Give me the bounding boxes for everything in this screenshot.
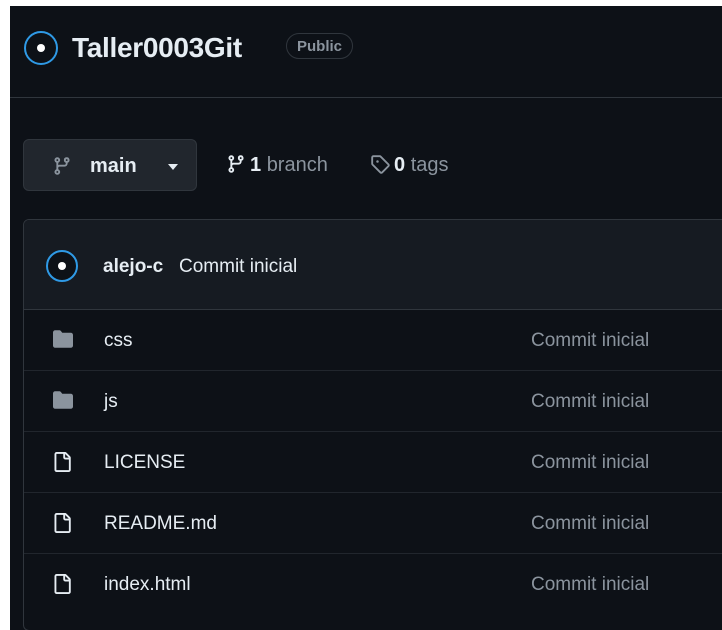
repo-title[interactable]: Taller0003Git [72,31,242,65]
file-icon [52,451,72,478]
file-commit-message[interactable]: Commit inicial [531,452,649,474]
file-name-link[interactable]: index.html [104,574,191,596]
repo-page: Taller0003Git Public main 1 branch 0 tag… [10,6,722,630]
file-name-link[interactable]: js [104,391,118,413]
file-commit-message[interactable]: Commit inicial [531,513,649,535]
latest-commit-row: alejo-c Commit inicial [24,220,722,310]
tag-count: 0 [394,154,406,176]
commit-message[interactable]: Commit inicial [179,255,297,279]
visibility-badge: Public [286,33,354,59]
file-commit-message[interactable]: Commit inicial [531,391,649,413]
tag-icon [370,154,390,180]
git-branch-icon [226,154,246,180]
file-row[interactable]: README.md Commit inicial [24,493,722,554]
git-branch-icon [52,156,72,181]
file-row[interactable]: js Commit inicial [24,371,722,432]
file-commit-message[interactable]: Commit inicial [531,330,649,352]
tags-link[interactable]: 0 tags [370,153,449,180]
file-list: alejo-c Commit inicial css Commit inicia… [23,219,722,630]
tag-count-label: tags [410,154,449,176]
file-icon [52,512,72,539]
repo-header: Taller0003Git Public [10,6,722,98]
owner-avatar[interactable] [24,31,58,65]
folder-icon [52,329,74,354]
file-name-link[interactable]: LICENSE [104,452,185,474]
file-icon [52,573,72,600]
branch-selector-button[interactable]: main [23,139,197,191]
file-commit-message[interactable]: Commit inicial [531,574,649,596]
branch-count: 1 [250,154,262,176]
file-row[interactable]: LICENSE Commit inicial [24,432,722,493]
file-name-link[interactable]: README.md [104,513,217,535]
page-frame: Taller0003Git Public main 1 branch 0 tag… [0,0,722,630]
branches-link[interactable]: 1 branch [226,153,328,180]
chevron-down-icon [168,164,178,170]
folder-icon [52,390,74,415]
commit-author-link[interactable]: alejo-c [103,255,163,279]
file-name-link[interactable]: css [104,330,133,352]
file-row[interactable]: index.html Commit inicial [24,554,722,615]
current-branch-label: main [90,155,137,177]
branch-count-label: branch [266,154,328,176]
file-row[interactable]: css Commit inicial [24,310,722,371]
commit-author-avatar[interactable] [46,250,78,282]
